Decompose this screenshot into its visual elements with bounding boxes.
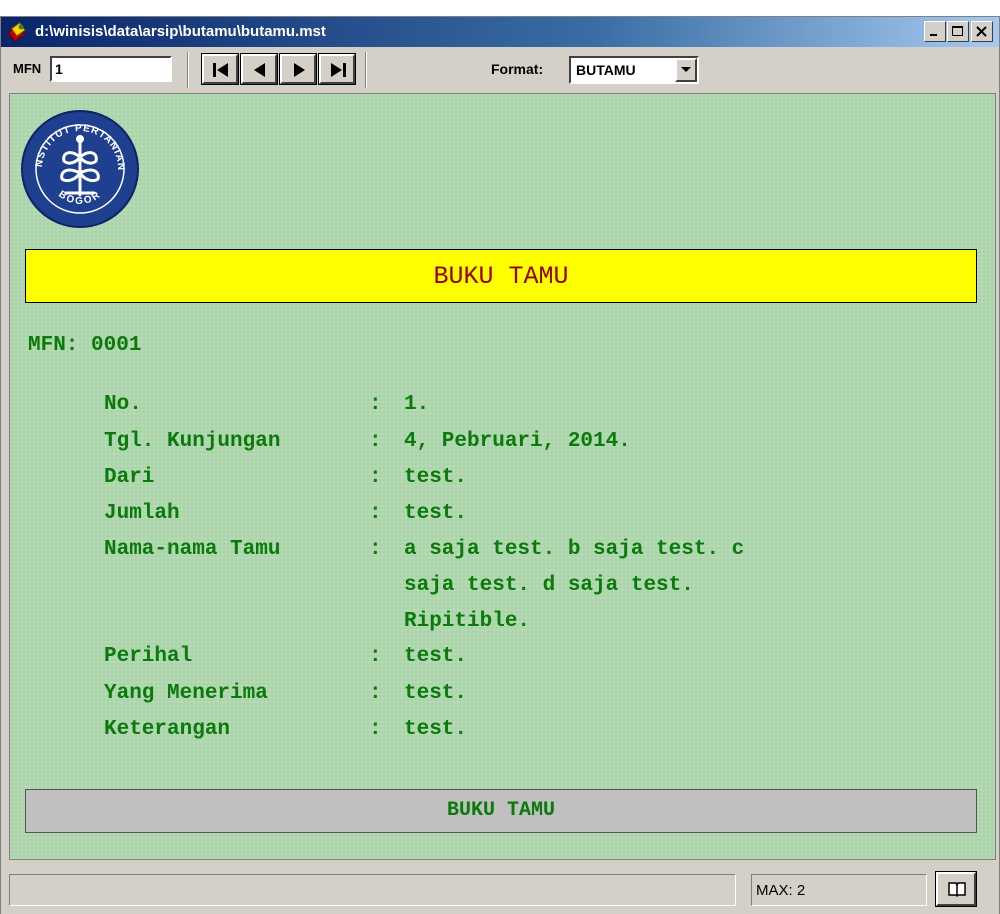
close-button[interactable]: [971, 21, 993, 42]
field-label: No.: [104, 393, 142, 416]
field-label: Dari: [104, 466, 155, 489]
book-icon: [948, 882, 966, 898]
minimize-button[interactable]: [924, 21, 946, 42]
field-value: test.: [404, 466, 468, 489]
arrow-left-icon: [254, 63, 265, 77]
window-title: d:\winisis\data\arsip\butamu\butamu.mst: [35, 23, 326, 40]
field-value: 4, Pebruari, 2014.: [404, 430, 631, 453]
winisis-app-icon[interactable]: [7, 22, 27, 43]
field-separator: :: [369, 538, 382, 561]
format-select[interactable]: BUTAMU: [569, 56, 699, 84]
field-label: Jumlah: [104, 502, 180, 525]
field-label: Perihal: [104, 645, 193, 668]
record-footer-bar: BUKU TAMU: [25, 789, 977, 833]
record-display-area[interactable]: INSTITUT PERTANIAN BOGOR BUKU TAMU MFN: …: [9, 93, 996, 860]
format-value: BUTAMU: [576, 62, 636, 78]
database-window: d:\winisis\data\arsip\butamu\butamu.mst …: [0, 16, 1000, 914]
toolbar: MFN Format: BUTAMU: [1, 48, 999, 92]
maximize-button[interactable]: [947, 21, 969, 42]
first-record-button[interactable]: [201, 53, 239, 85]
record-mfn: MFN: 0001: [28, 334, 142, 357]
record-field-row: Yang Menerima: test.: [104, 676, 467, 712]
format-dropdown-button[interactable]: [675, 58, 697, 82]
record-field-row: Nama-nama Tamu: a saja test. b saja test.…: [104, 532, 744, 633]
field-label: Yang Menerima: [104, 682, 268, 705]
field-label: Nama-nama Tamu: [104, 538, 281, 561]
field-separator: :: [369, 502, 382, 525]
skip-first-icon: [213, 63, 228, 77]
field-separator: :: [369, 466, 382, 489]
skip-last-icon: [331, 63, 346, 77]
field-separator: :: [369, 718, 382, 741]
field-value: test.: [404, 645, 468, 668]
previous-record-button[interactable]: [240, 53, 278, 85]
field-value: test.: [404, 502, 468, 525]
field-value: a saja test. b saja test. c saja test. d…: [404, 538, 745, 633]
format-label: Format:: [491, 61, 544, 77]
max-records-field: MAX: 2: [751, 874, 927, 906]
field-value: test.: [404, 682, 468, 705]
field-separator: :: [369, 682, 382, 705]
record-header-banner: BUKU TAMU: [25, 249, 977, 303]
institution-logo: INSTITUT PERTANIAN BOGOR: [20, 109, 139, 228]
field-label: Keterangan: [104, 718, 231, 741]
field-value: 1.: [404, 393, 430, 416]
record-field-row: Dari: test.: [104, 460, 467, 496]
field-separator: :: [369, 430, 382, 453]
status-message-field: [9, 874, 736, 906]
title-bar[interactable]: d:\winisis\data\arsip\butamu\butamu.mst: [1, 17, 999, 47]
next-record-button[interactable]: [279, 53, 317, 85]
record-field-row: Perihal: test.: [104, 639, 467, 675]
field-label: Tgl. Kunjungan: [104, 430, 281, 453]
toolbar-separator: [365, 52, 367, 88]
toolbar-separator: [187, 52, 189, 88]
status-bar: MAX: 2: [1, 862, 999, 914]
arrow-right-icon: [294, 63, 305, 77]
chevron-down-icon: [681, 67, 691, 72]
field-separator: :: [369, 393, 382, 416]
record-field-row: Keterangan: test.: [104, 712, 467, 748]
record-field-row: No.:1.: [104, 387, 429, 423]
mfn-label: MFN: [13, 61, 42, 76]
field-value: test.: [404, 718, 468, 741]
record-field-row: Jumlah: test.: [104, 496, 467, 532]
mfn-input[interactable]: [50, 56, 172, 82]
record-field-row: Tgl. Kunjungan:4, Pebruari, 2014.: [104, 424, 631, 460]
max-records: MAX: 2: [756, 882, 806, 899]
last-record-button[interactable]: [318, 53, 356, 85]
field-separator: :: [369, 645, 382, 668]
browse-book-button[interactable]: [935, 871, 977, 907]
